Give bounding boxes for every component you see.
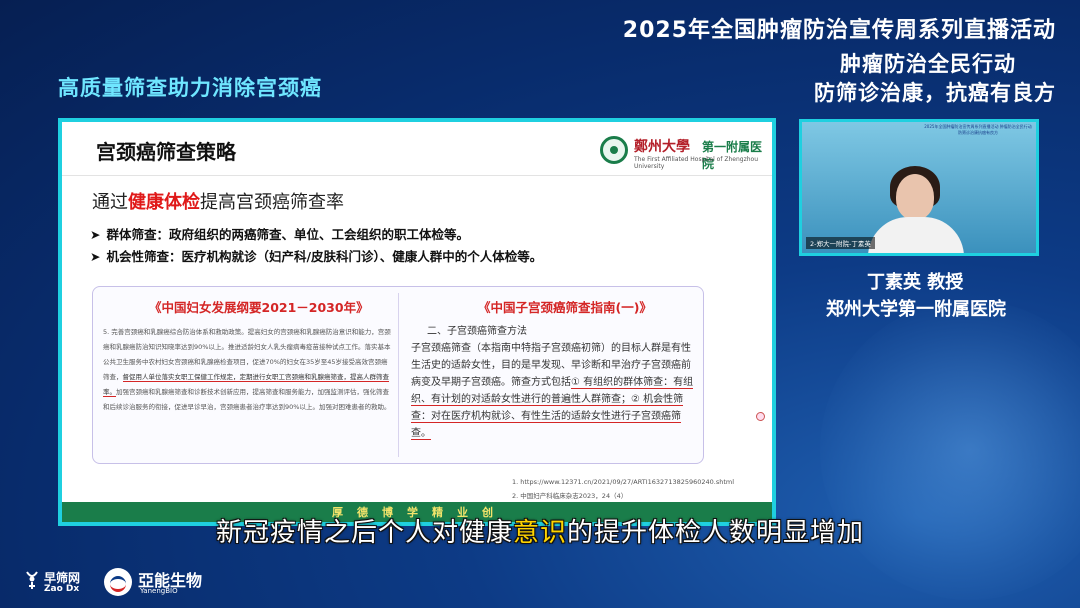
footnote-2: 2. 中国妇产科临床杂志2023，24（4） (512, 492, 628, 500)
speaker-affiliation: 郑州大学第一附属医院 (826, 299, 1006, 320)
reference-right-title: 《中国子宫颈癌筛查指南(一)》 (478, 300, 652, 315)
video-banner-text: 2025年全国肿瘤防治宣传周系列直播活动 肿瘤防治全民行动 防筛诊治康抗癌有良方 (924, 124, 1032, 135)
speaker-video: 2025年全国肿瘤防治宣传周系列直播活动 肿瘤防治全民行动 防筛诊治康抗癌有良方… (799, 119, 1039, 256)
slide-headline: 通过健康体检提高宫颈癌筛查率 (92, 188, 344, 214)
headline-pre: 通过 (92, 192, 128, 213)
caption-keyword: 意识 (512, 518, 567, 548)
presentation-slide: 宫颈癌筛查策略 鄭州大學 第一附属医院 The First Affiliated… (62, 122, 772, 522)
hospital-logo-icon (600, 136, 628, 164)
reference-right-heading: 二、子宫颈癌筛查方法 (427, 326, 527, 337)
hospital-english-name: The First Affiliated Hospital of Zhengzh… (634, 156, 758, 170)
headline-highlight: 健康体检 (128, 192, 200, 213)
video-participant-label: 2-郑大一附院-丁素英 (806, 237, 875, 249)
speaker-name: 丁素英 教授 (867, 272, 964, 293)
reference-left-title: 《中国妇女发展纲要2021－2030年》 (149, 300, 369, 315)
zaoshai-logo-icon (26, 571, 38, 589)
talk-topic: 高质量筛查助力消除宫颈癌 (58, 76, 322, 100)
reference-right-text: 二、子宫颈癌筛查方法 子宫颈癌筛查（本指南中特指子宫颈癌初筛）的目标人群是有性生活… (411, 323, 696, 442)
reference-box: 《中国妇女发展纲要2021－2030年》 《中国子宫颈癌筛查指南(一)》 5. … (92, 286, 704, 464)
hospital-university-name: 鄭州大學 (634, 139, 690, 155)
slide-header: 宫颈癌筛查策略 鄭州大學 第一附属医院 The First Affiliated… (62, 122, 772, 176)
live-caption: 新冠疫情之后个人对健康意识的提升体检人数明显增加 (215, 518, 865, 548)
reference-left-text: 5. 完善宫颈癌和乳腺癌综合防治体系和救助政策。提高妇女的宫颈癌和乳腺癌防治意识… (103, 328, 391, 411)
bullet-group-screening: ➤ 群体筛查：政府组织的两癌筛查、单位、工会组织的职工体检等。 (90, 227, 469, 242)
arrow-bullet-icon: ➤ (90, 227, 101, 242)
background-glow (820, 300, 1080, 600)
reference-divider (398, 293, 399, 457)
cursor-pointer-icon (756, 412, 765, 421)
event-title: 2025年全国肿瘤防治宣传周系列直播活动 (622, 18, 1056, 43)
arrow-bullet-icon: ➤ (90, 249, 101, 264)
yaneng-logo-icon (104, 568, 132, 596)
slogan-line1: 肿瘤防治全民行动 (840, 52, 1016, 76)
yaneng-logo-en: YanengBIO (140, 587, 178, 595)
footnote-1: 1. https://www.12371.cn/2021/09/27/ARTI1… (512, 478, 735, 486)
slide-title: 宫颈癌筛查策略 (96, 140, 236, 164)
presentation-slide-frame: 宫颈癌筛查策略 鄭州大學 第一附属医院 The First Affiliated… (58, 118, 776, 526)
headline-post: 提高宫颈癌筛查率 (200, 192, 344, 213)
zaoshai-logo-en: Zao Dx (44, 584, 80, 594)
speaker-face (896, 174, 934, 220)
bullet-opportunistic-screening: ➤ 机会性筛查：医疗机构就诊（妇产科/皮肤科门诊）、健康人群中的个人体检等。 (90, 249, 543, 264)
slogan-line2: 防筛诊治康，抗癌有良方 (814, 81, 1056, 105)
